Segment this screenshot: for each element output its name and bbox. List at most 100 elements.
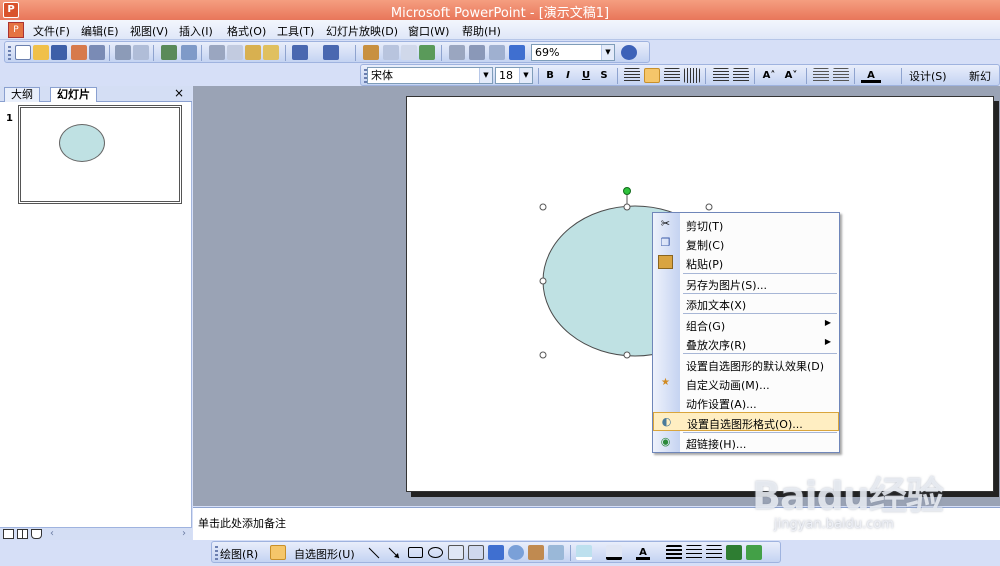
arrow-style-icon[interactable] <box>706 545 722 560</box>
rectangle-icon[interactable] <box>408 547 423 558</box>
font-size-select[interactable]: 18 ▼ <box>495 67 533 84</box>
menu-item-set-default[interactable]: 设置自选图形的默认效果(D) <box>653 355 839 374</box>
menu-item-save-as-picture[interactable]: 另存为图片(S)... <box>653 274 839 293</box>
toolbar-grip[interactable] <box>8 46 11 60</box>
menu-window[interactable]: 窗口(W) <box>408 23 449 39</box>
copy-icon[interactable] <box>227 45 243 60</box>
new-slide-button[interactable]: 新幻 <box>969 68 991 84</box>
open-icon[interactable] <box>33 45 49 60</box>
insert-chart-icon[interactable] <box>363 45 379 60</box>
menu-edit[interactable]: 编辑(E) <box>81 23 119 39</box>
menu-item-custom-animation[interactable]: ★ 自定义动画(M)... <box>653 374 839 393</box>
grayscale-icon[interactable] <box>489 45 505 60</box>
shadow-style-icon[interactable] <box>726 545 742 560</box>
bold-button[interactable]: B <box>543 68 557 83</box>
tables-borders-icon[interactable] <box>401 45 417 60</box>
paste-icon[interactable] <box>245 45 261 60</box>
save-icon[interactable] <box>51 45 67 60</box>
menu-help[interactable]: 帮助(H) <box>462 23 501 39</box>
menu-item-order[interactable]: 叠放次序(R) ▶ <box>653 334 839 353</box>
menu-slideshow[interactable]: 幻灯片放映(D) <box>326 23 398 39</box>
document-icon[interactable]: P <box>8 22 24 38</box>
textbox-icon[interactable] <box>448 545 464 560</box>
menu-file[interactable]: 文件(F) <box>33 23 70 39</box>
tab-outline[interactable]: 大纲 <box>4 87 40 102</box>
wordart-icon[interactable] <box>488 545 504 560</box>
line-style-icon[interactable] <box>666 545 682 560</box>
vertical-textbox-icon[interactable] <box>468 545 484 560</box>
align-right-icon[interactable] <box>664 68 680 83</box>
resize-handle-top[interactable] <box>623 203 631 211</box>
resize-handle-bottom[interactable] <box>623 351 631 359</box>
redo-icon[interactable] <box>323 45 339 60</box>
slideshow-view-icon[interactable] <box>31 529 42 539</box>
distribute-icon[interactable] <box>684 68 700 83</box>
resize-handle-top-left[interactable] <box>539 203 547 211</box>
underline-button[interactable]: U <box>579 68 593 83</box>
increase-indent-icon[interactable] <box>833 68 849 83</box>
menu-item-cut[interactable]: ✂ 剪切(T) <box>653 215 839 234</box>
menu-tools[interactable]: 工具(T) <box>277 23 314 39</box>
dash-style-icon[interactable] <box>686 545 702 560</box>
tab-slides[interactable]: 幻灯片 <box>50 87 97 102</box>
cut-icon[interactable] <box>209 45 225 60</box>
insert-hyperlink-icon[interactable] <box>419 45 435 60</box>
clipart-icon[interactable] <box>528 545 544 560</box>
menu-format[interactable]: 格式(O) <box>227 23 266 39</box>
new-icon[interactable] <box>15 45 31 60</box>
oval-icon[interactable] <box>428 547 443 558</box>
picture-icon[interactable] <box>548 545 564 560</box>
design-button[interactable]: 设计(S) <box>909 68 947 84</box>
fill-color-icon[interactable] <box>576 545 592 560</box>
menu-item-action-settings[interactable]: 动作设置(A)... <box>653 393 839 412</box>
print-preview-icon[interactable] <box>133 45 149 60</box>
scroll-left-icon[interactable]: ‹ <box>50 528 54 539</box>
menu-insert[interactable]: 插入(I) <box>179 23 213 39</box>
draw-menu-button[interactable]: 绘图(R) <box>220 546 258 562</box>
resize-handle-left[interactable] <box>539 277 547 285</box>
menu-view[interactable]: 视图(V) <box>130 23 168 39</box>
numbering-icon[interactable] <box>713 68 729 83</box>
insert-table-icon[interactable] <box>383 45 399 60</box>
color-icon[interactable] <box>509 45 525 60</box>
menu-item-group[interactable]: 组合(G) ▶ <box>653 315 839 334</box>
toolbar-grip[interactable] <box>215 546 218 560</box>
permission-icon[interactable] <box>71 45 87 60</box>
help-icon[interactable] <box>621 45 637 60</box>
resize-handle-top-right[interactable] <box>705 203 713 211</box>
print-icon[interactable] <box>115 45 131 60</box>
slide-thumbnail[interactable] <box>18 105 182 204</box>
font-select[interactable]: 宋体 ▼ <box>367 67 493 84</box>
research-icon[interactable] <box>181 45 197 60</box>
font-color-icon[interactable]: A <box>636 545 650 560</box>
menu-item-copy[interactable]: ❐ 复制(C) <box>653 234 839 253</box>
resize-handle-bottom-left[interactable] <box>539 351 547 359</box>
line-color-icon[interactable] <box>606 545 622 560</box>
line-icon[interactable] <box>368 547 380 559</box>
format-painter-icon[interactable] <box>263 45 279 60</box>
increase-font-button[interactable]: A˄ <box>759 68 779 83</box>
scroll-right-icon[interactable]: › <box>182 528 186 539</box>
diagram-icon[interactable] <box>508 545 524 560</box>
font-color-icon[interactable]: A <box>861 68 881 83</box>
zoom-select[interactable]: 69% ▼ <box>531 44 615 61</box>
decrease-font-button[interactable]: A˅ <box>781 68 801 83</box>
menu-item-format-autoshape[interactable]: ◐ 设置自选图形格式(O)... <box>653 412 839 431</box>
autoshapes-menu-button[interactable]: 自选图形(U) <box>294 546 355 562</box>
shadow-button[interactable]: S <box>597 68 611 83</box>
close-icon[interactable]: × <box>174 86 184 100</box>
italic-button[interactable]: I <box>561 68 575 83</box>
menu-item-add-text[interactable]: 添加文本(X) <box>653 294 839 313</box>
slide-sorter-view-icon[interactable] <box>17 529 28 539</box>
decrease-indent-icon[interactable] <box>813 68 829 83</box>
align-center-icon[interactable] <box>644 68 660 83</box>
undo-icon[interactable] <box>292 45 308 60</box>
bullets-icon[interactable] <box>733 68 749 83</box>
arrow-icon[interactable] <box>388 547 400 559</box>
menu-item-paste[interactable]: 粘贴(P) <box>653 253 839 272</box>
show-formatting-icon[interactable] <box>469 45 485 60</box>
rotation-handle[interactable] <box>623 187 631 195</box>
normal-view-icon[interactable] <box>3 529 14 539</box>
email-icon[interactable] <box>89 45 105 60</box>
menu-item-hyperlink[interactable]: ◉ 超链接(H)... <box>653 433 839 452</box>
